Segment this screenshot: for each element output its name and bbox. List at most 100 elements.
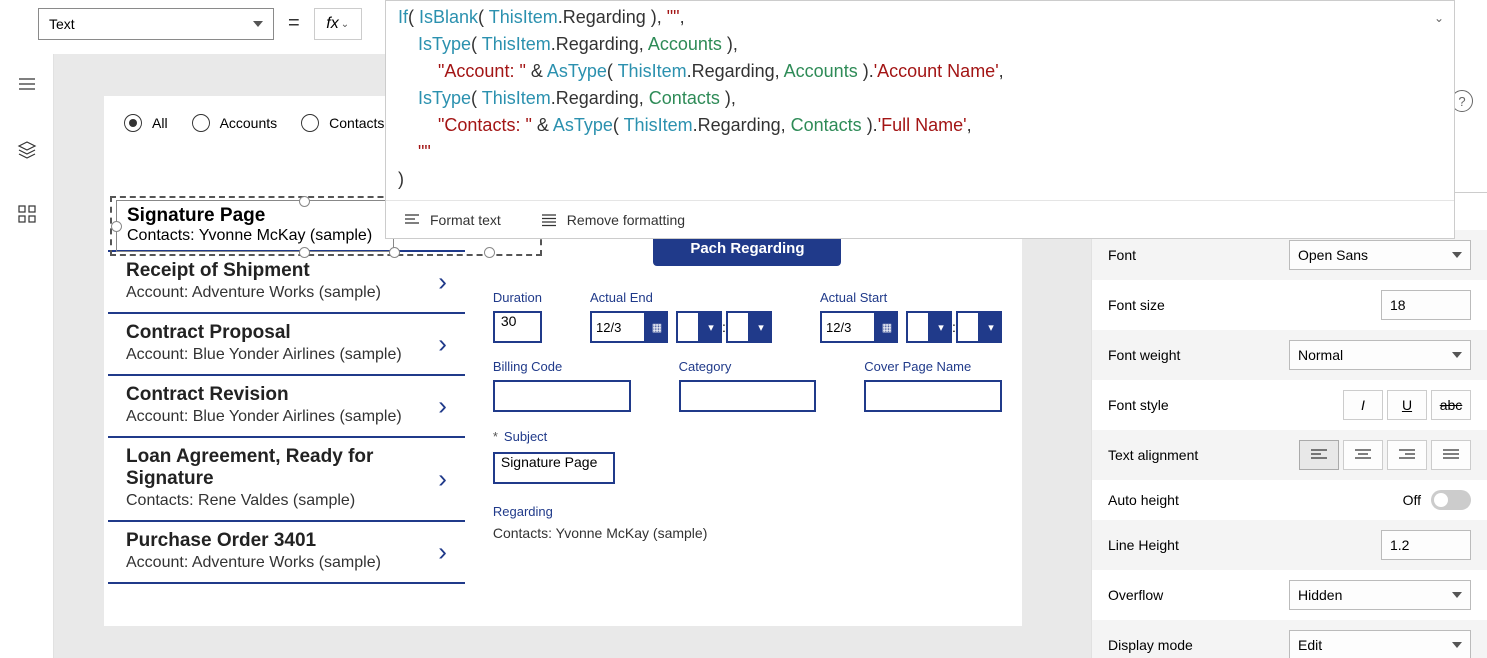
formula-bar[interactable]: ⌄ If( IsBlank( ThisItem.Regarding ), "",… (385, 0, 1455, 239)
prop-line-height: Line Height 1.2 (1092, 520, 1487, 570)
align-justify-icon (1443, 449, 1459, 461)
auto-height-value: Off (1403, 492, 1421, 508)
actual-start-picker[interactable]: 12/3 ▦ ▾ : ▾ (820, 311, 1002, 343)
item-subtitle: Account: Blue Yonder Airlines (sample) (126, 346, 451, 364)
actual-start-label: Actual Start (820, 290, 1002, 305)
regarding-label: Regarding (493, 504, 1002, 519)
prop-text-align-label: Text alignment (1108, 447, 1198, 463)
prop-display-mode: Display mode Edit (1092, 620, 1487, 658)
property-dropdown[interactable]: Text (38, 8, 274, 40)
resize-handle[interactable] (299, 247, 310, 258)
prop-font-style: Font style I U abc (1092, 380, 1487, 430)
list-item[interactable]: Contract Revision Account: Blue Yonder A… (108, 374, 465, 436)
chevron-right-icon[interactable]: › (438, 329, 447, 360)
prop-font-size-label: Font size (1108, 297, 1165, 313)
italic-button[interactable]: I (1343, 390, 1383, 420)
resize-handle[interactable] (111, 221, 122, 232)
prop-font-weight: Font weight Normal (1092, 330, 1487, 380)
chevron-down-icon[interactable]: ▾ (980, 311, 1002, 343)
line-height-input[interactable]: 1.2 (1381, 530, 1471, 560)
chevron-right-icon[interactable]: › (438, 537, 447, 568)
chevron-down-icon[interactable]: ▾ (930, 311, 952, 343)
chevron-right-icon[interactable]: › (438, 391, 447, 422)
format-text-button[interactable]: Format text (404, 212, 501, 228)
underline-button[interactable]: U (1387, 390, 1427, 420)
prop-auto-height: Auto height Off (1092, 480, 1487, 520)
date-value[interactable]: 12/3 (590, 311, 646, 343)
font-dropdown[interactable]: Open Sans (1289, 240, 1471, 270)
item-title: Receipt of Shipment (126, 260, 451, 282)
remove-formatting-label: Remove formatting (567, 212, 685, 228)
calendar-icon[interactable]: ▦ (876, 311, 898, 343)
radio-contacts-label: Contacts (329, 115, 384, 131)
align-left-icon (1311, 449, 1327, 461)
duration-label: Duration (493, 290, 542, 305)
prop-text-align: Text alignment (1092, 430, 1487, 480)
align-left-button[interactable] (1299, 440, 1339, 470)
apps-icon[interactable] (17, 204, 37, 229)
hamburger-icon[interactable] (17, 74, 37, 99)
minute-picker[interactable] (726, 311, 750, 343)
align-justify-button[interactable] (1431, 440, 1471, 470)
properties-panel: Font Open Sans Font size 18 Font weight … (1091, 230, 1487, 658)
align-center-button[interactable] (1343, 440, 1383, 470)
font-size-input[interactable]: 18 (1381, 290, 1471, 320)
chevron-down-icon[interactable]: ▾ (750, 311, 772, 343)
left-nav-rail (0, 54, 54, 658)
layers-icon[interactable] (17, 139, 37, 164)
minute-picker[interactable] (956, 311, 980, 343)
radio-contacts[interactable]: Contacts (301, 114, 384, 132)
display-mode-dropdown[interactable]: Edit (1289, 630, 1471, 658)
prop-font-weight-label: Font weight (1108, 347, 1180, 363)
chevron-down-icon: ⌄ (341, 19, 349, 30)
format-text-label: Format text (430, 212, 501, 228)
item-subtitle: Account: Blue Yonder Airlines (sample) (126, 408, 451, 426)
prop-line-height-label: Line Height (1108, 537, 1179, 553)
list-item[interactable]: Receipt of Shipment Account: Adventure W… (108, 250, 465, 312)
cover-label: Cover Page Name (864, 359, 1002, 374)
item-title: Contract Proposal (126, 322, 451, 344)
font-weight-dropdown[interactable]: Normal (1289, 340, 1471, 370)
selected-label-control[interactable]: Signature Page Contacts: Yvonne McKay (s… (116, 200, 394, 252)
remove-formatting-button[interactable]: Remove formatting (541, 212, 685, 228)
cover-input[interactable] (864, 380, 1002, 412)
chevron-down-icon (1452, 352, 1462, 358)
align-right-button[interactable] (1387, 440, 1427, 470)
radio-accounts-label: Accounts (220, 115, 278, 131)
list-item[interactable]: Purchase Order 3401 Account: Adventure W… (108, 520, 465, 584)
resize-handle[interactable] (484, 247, 495, 258)
actual-end-picker[interactable]: 12/3 ▦ ▾ : ▾ (590, 311, 772, 343)
radio-all[interactable]: All (124, 114, 168, 132)
overflow-dropdown[interactable]: Hidden (1289, 580, 1471, 610)
resize-handle[interactable] (299, 196, 310, 207)
chevron-down-icon[interactable]: ▾ (700, 311, 722, 343)
category-input[interactable] (679, 380, 817, 412)
fx-button[interactable]: fx ⌄ (314, 8, 362, 40)
radio-accounts[interactable]: Accounts (192, 114, 278, 132)
hour-picker[interactable] (906, 311, 930, 343)
resize-handle[interactable] (389, 247, 400, 258)
chevron-down-icon (253, 21, 263, 27)
chevron-right-icon[interactable]: › (438, 267, 447, 298)
list-item[interactable]: Contract Proposal Account: Blue Yonder A… (108, 312, 465, 374)
item-subtitle: Account: Adventure Works (sample) (126, 554, 451, 572)
prop-overflow-label: Overflow (1108, 587, 1163, 603)
prop-display-mode-label: Display mode (1108, 637, 1193, 653)
radio-icon (192, 114, 210, 132)
equals-sign: = (288, 12, 300, 35)
auto-height-toggle[interactable] (1431, 490, 1471, 510)
item-title: Purchase Order 3401 (126, 530, 451, 552)
date-value[interactable]: 12/3 (820, 311, 876, 343)
chevron-right-icon[interactable]: › (438, 464, 447, 495)
collapse-icon[interactable]: ⌄ (1434, 11, 1444, 25)
billing-input[interactable] (493, 380, 631, 412)
strikethrough-button[interactable]: abc (1431, 390, 1471, 420)
hour-picker[interactable] (676, 311, 700, 343)
formula-editor[interactable]: If( IsBlank( ThisItem.Regarding ), "", I… (386, 1, 1454, 200)
duration-input[interactable]: 30 (493, 311, 542, 343)
fx-icon: fx (326, 15, 338, 33)
list-item[interactable]: Loan Agreement, Ready for Signature Cont… (108, 436, 465, 520)
calendar-icon[interactable]: ▦ (646, 311, 668, 343)
prop-font-size: Font size 18 (1092, 280, 1487, 330)
subject-input[interactable]: Signature Page (493, 452, 615, 484)
